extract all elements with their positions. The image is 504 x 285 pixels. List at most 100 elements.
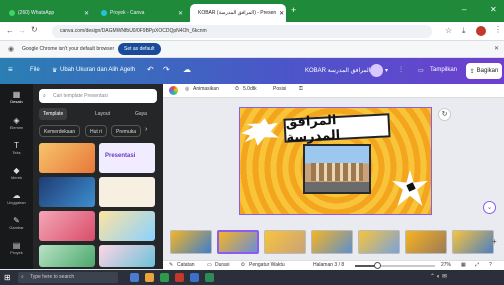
page-thumbnail[interactable] (358, 230, 400, 254)
zoom-slider[interactable] (355, 262, 435, 269)
rail-item-text[interactable]: T Teks (0, 141, 33, 155)
fullscreen-icon[interactable]: ⤢ (475, 262, 479, 268)
refresh-icon[interactable]: ↻ (438, 108, 451, 121)
rail-item-draw[interactable]: ✎ Gambar (0, 216, 33, 230)
upload-icon: ☁ (12, 191, 21, 200)
share-button[interactable]: ⇪ Bagikan (466, 63, 502, 79)
chip-kemerdekaan[interactable]: Kemerdekaan (39, 125, 81, 137)
template-card[interactable]: Presentasi (99, 143, 155, 173)
tab-kobar-presentation[interactable]: KOBAR (المرافق المدرسة) - Presen ✕ (190, 4, 286, 22)
animate-button[interactable]: Animasikan (193, 86, 219, 92)
filter-icon[interactable]: ☰ (147, 92, 152, 99)
tab-label: Proyek - Canva (110, 10, 145, 16)
zoom-value[interactable]: 27% (441, 262, 451, 268)
chip-hut-ri[interactable]: Hut ri (85, 125, 107, 137)
undo-icon[interactable]: ↶ (147, 65, 154, 74)
zoom-slider-handle[interactable] (373, 262, 381, 269)
avatar[interactable] (370, 64, 383, 77)
notes-button[interactable]: Catatan (177, 262, 195, 268)
template-card[interactable] (39, 177, 95, 207)
explorer-icon[interactable] (145, 273, 154, 282)
close-tab-icon[interactable]: ✕ (279, 10, 284, 17)
star-icon[interactable]: ☆ (445, 26, 452, 35)
analytics-icon[interactable]: ⫶ (400, 65, 402, 75)
template-card[interactable] (39, 211, 95, 241)
minimize-button[interactable]: – (462, 5, 466, 14)
rail-item-uploads[interactable]: ☁ Unggahan (0, 191, 33, 205)
page-thumbnail[interactable] (217, 230, 259, 254)
slide-canvas[interactable]: المرافق المدرسة (239, 107, 432, 215)
scroll-down-button[interactable]: ⌄ (483, 201, 496, 214)
cloud-icon: ☁ (183, 65, 191, 74)
rail-item-brand[interactable]: ◆ Merek (0, 166, 33, 180)
chevron-down-icon[interactable]: ▾ (385, 67, 388, 74)
lock-icon[interactable]: ⚿ (299, 86, 303, 92)
template-card[interactable] (99, 211, 155, 241)
template-card[interactable] (39, 245, 95, 267)
close-window-button[interactable]: ✕ (490, 5, 497, 14)
url-field[interactable]: canva.com/design/DAGMWNfbU0/0F9BPpXOCDQp… (52, 25, 432, 38)
page-indicator[interactable]: Halaman 3 / 8 (313, 262, 344, 268)
close-icon[interactable]: ✕ (494, 45, 499, 52)
hamburger-icon[interactable]: ≡ (8, 65, 13, 74)
forward-icon[interactable]: → (18, 26, 26, 35)
add-page-icon[interactable]: + (492, 237, 497, 246)
tab-style[interactable]: Gaya (131, 108, 151, 120)
rail-label: Proyek (10, 250, 23, 255)
tab-canva-projects[interactable]: Proyek - Canva ✕ (96, 4, 188, 22)
template-card[interactable] (99, 177, 155, 207)
chip-premuka[interactable]: Premuka (111, 125, 142, 137)
windows-start-icon[interactable]: ⊞ (4, 273, 11, 282)
taskview-icon[interactable] (130, 273, 139, 282)
menu-icon[interactable]: ⋮ (494, 25, 502, 34)
template-search-input[interactable]: ⌕ Cari template Presentasi (39, 89, 157, 103)
reload-icon[interactable]: ↻ (31, 25, 38, 34)
rail-item-design[interactable]: ▦ Desain (0, 90, 33, 104)
duration-button[interactable]: 5.0dtk (243, 86, 257, 92)
excel-icon[interactable] (205, 273, 214, 282)
word-icon[interactable] (190, 273, 199, 282)
back-icon[interactable]: ← (6, 26, 14, 35)
grid-view-icon[interactable]: ▦ (461, 262, 466, 268)
editor-toolbar: ◎ Animasikan ⏱ 5.0dtk Posisi ⚿ (163, 84, 504, 98)
rail-item-projects[interactable]: ▤ Proyek (0, 241, 33, 255)
document-title[interactable]: KOBAR المرافق المدرسة (305, 67, 370, 74)
template-card[interactable] (39, 143, 95, 173)
page-thumbnail[interactable] (452, 230, 494, 254)
footer-duration-button[interactable]: Durasi (215, 262, 229, 268)
chevron-right-icon[interactable]: › (145, 126, 147, 133)
close-tab-icon[interactable]: ✕ (178, 10, 183, 17)
tab-whatsapp[interactable]: (260) WhatsApp ✕ (4, 4, 94, 22)
tab-layout[interactable]: Layout (91, 108, 114, 120)
set-default-button[interactable]: Set as default (118, 43, 161, 55)
page-thumbnail[interactable] (264, 230, 306, 254)
help-icon[interactable]: ? (489, 262, 492, 268)
tab-template[interactable]: Template (39, 108, 68, 120)
page-thumbnail[interactable] (170, 230, 212, 254)
template-card[interactable] (99, 245, 155, 267)
present-button[interactable]: Tampilkan (430, 67, 457, 73)
redo-icon[interactable]: ↷ (163, 65, 170, 74)
timer-button[interactable]: Pengatur Waktu (249, 262, 285, 268)
system-tray-icons[interactable]: ⌃ ◐ ✉ (430, 273, 447, 280)
color-icon[interactable] (169, 86, 178, 95)
brand-icon: ◆ (13, 166, 20, 175)
close-tab-icon[interactable]: ✕ (84, 10, 89, 17)
text-icon: T (14, 141, 19, 150)
position-button[interactable]: Posisi (273, 86, 286, 92)
page-thumbnail[interactable] (311, 230, 353, 254)
animate-icon: ◎ (185, 86, 190, 92)
chrome-taskbar-icon[interactable] (160, 273, 169, 282)
new-tab-button[interactable]: + (291, 5, 296, 15)
page-thumbnail[interactable] (405, 230, 447, 254)
file-menu[interactable]: File (30, 67, 40, 73)
app-icon[interactable] (175, 273, 184, 282)
download-icon[interactable]: ⤓ (462, 26, 466, 36)
taskbar-search[interactable]: ⌕ Type here to search (18, 272, 118, 283)
resize-menu[interactable]: Ubah Ukuran dan Alih Agelh (60, 67, 135, 73)
template-text: Presentasi (105, 153, 136, 159)
rail-label: Teks (12, 150, 21, 155)
rail-item-elements[interactable]: ◈ Elemen (0, 116, 33, 130)
profile-avatar[interactable] (476, 26, 486, 36)
default-browser-infobar: ◉ Google Chrome isn't your default brows… (0, 41, 504, 58)
